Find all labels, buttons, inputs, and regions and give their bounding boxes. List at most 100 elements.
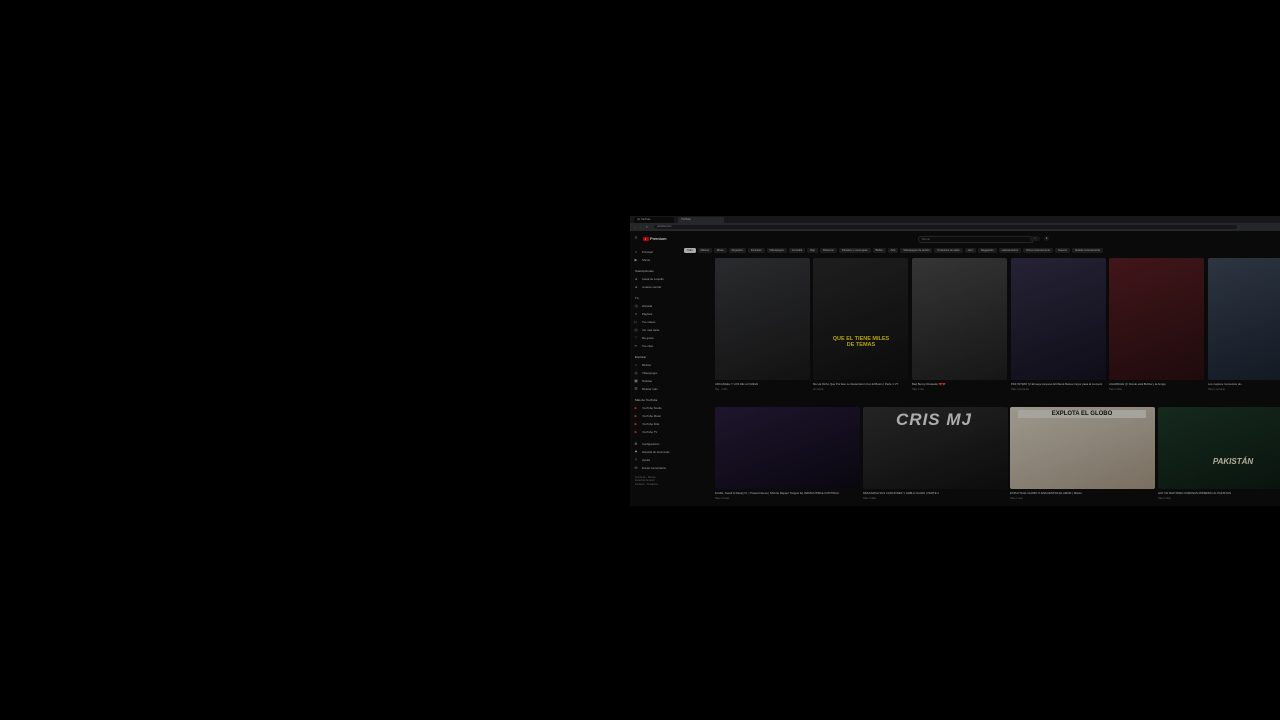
- filter-chip[interactable]: Pasteles y merengues: [838, 248, 871, 253]
- video-card[interactable]: QUE EL TIENE MILES DE TEMAS Me Ha Dicho Q…: [813, 258, 908, 398]
- video-thumbnail[interactable]: [715, 407, 860, 489]
- video-title[interactable]: PDF ÍNTIMO 😮 Elmaya mayores El Mamá Mama…: [1011, 383, 1102, 386]
- filter-chip[interactable]: Comedia: [788, 248, 806, 253]
- filter-chip[interactable]: Nuevos: [1055, 248, 1070, 253]
- sidebar-item[interactable]: ♡ Me gusta: [634, 335, 653, 341]
- sidebar-item[interactable]: ▶ YouTube Kids: [634, 421, 660, 427]
- sidebar-item[interactable]: ▶ YouTube Music: [634, 413, 661, 419]
- sidebar-item[interactable]: ≡ Playlists: [634, 311, 652, 317]
- video-thumbnail[interactable]: CRIS MJ: [863, 407, 1008, 489]
- video-card[interactable]: ARCÁNGEL Y LOS DE LA NUEVA Hoy · 1 año: [715, 258, 810, 398]
- video-thumbnail[interactable]: QUE EL TIENE MILES DE TEMAS: [813, 258, 908, 380]
- sidebar-item[interactable]: ▦ Noticias: [634, 378, 652, 384]
- youtube-logo[interactable]: Premium: [643, 235, 667, 242]
- filter-chip[interactable]: Todo: [684, 248, 696, 253]
- sidebar-item-label: creativo central: [642, 285, 661, 289]
- thumbnail-overlay-text: QUE EL TIENE MILES DE TEMAS: [832, 336, 890, 348]
- sidebar-item[interactable]: ▶ YouTube Studio: [634, 405, 662, 411]
- back-icon[interactable]: ‹: [633, 225, 637, 229]
- video-card[interactable]: EXPLOTA EL GLOBO EXPLOTA EL GLOBO O ENCUE…: [1010, 407, 1155, 506]
- filter-chip[interactable]: Subido recientemente: [1071, 248, 1104, 253]
- youtube-product-icon: ▶: [634, 406, 638, 410]
- sidebar-item[interactable]: ✂ Tus clips: [634, 343, 653, 349]
- video-thumbnail[interactable]: [1011, 258, 1106, 380]
- filter-chip[interactable]: Videojuegos de acción: [900, 248, 933, 253]
- youtube-product-icon: ▶: [634, 430, 638, 434]
- sidebar-item[interactable]: ☰ Mostrar más: [634, 386, 657, 392]
- video-title[interactable]: Me Ha Dicho Que Por Eso Lo Desterraron C…: [813, 383, 904, 386]
- video-card[interactable]: Bad Bunny Rodeado ❤️❤️ Hace 1 día: [912, 258, 1007, 398]
- forward-icon[interactable]: ›: [639, 225, 643, 229]
- sidebar-item[interactable]: ◎ Videojuegos: [634, 370, 657, 376]
- sidebar-item[interactable]: ● creativo central: [634, 284, 661, 290]
- video-thumbnail[interactable]: [912, 258, 1007, 380]
- sidebar-section-title: Suscripciones: [635, 269, 654, 273]
- library-icon: ▷: [634, 320, 638, 324]
- settings-icon: ⚙: [634, 442, 638, 446]
- sidebar-item-label: Tus videos: [642, 320, 656, 324]
- sidebar-item[interactable]: ▶ YouTube TV: [634, 429, 658, 435]
- video-title[interactable]: Bad Bunny Rodeado ❤️❤️: [912, 383, 1003, 386]
- sidebar-item[interactable]: ♪ Música: [634, 362, 651, 368]
- video-thumbnail[interactable]: [715, 258, 810, 380]
- video-thumbnail[interactable]: [1109, 258, 1204, 380]
- video-meta: Hoy · 1 año: [715, 388, 728, 391]
- sidebar-item[interactable]: ⌂ Principal: [634, 249, 653, 255]
- video-card[interactable]: CRIS MJ DESCARGA SUS CANCIONES Y HABLA CL…: [863, 407, 1008, 506]
- video-title[interactable]: Los mejores momentos de...: [1208, 383, 1280, 386]
- filter-chip[interactable]: Vistos recientemente: [1022, 248, 1054, 253]
- sidebar-item[interactable]: ⚙ Configuración: [634, 441, 659, 447]
- menu-icon[interactable]: ≡: [635, 236, 640, 240]
- video-card[interactable]: Los mejores momentos de... Hace 1 semana: [1208, 258, 1280, 398]
- sidebar-item[interactable]: ● Canal de Loquillo: [634, 276, 664, 282]
- filter-chip[interactable]: Bollos: [872, 248, 886, 253]
- filter-chip[interactable]: Podcasts: [747, 248, 765, 253]
- video-title[interactable]: EXPLOTA EL GLOBO O ENCUENTRA EL AMOR | M…: [1010, 492, 1151, 495]
- sidebar-item[interactable]: ◴ Ver más tarde: [634, 327, 659, 333]
- filter-chip[interactable]: Mixes: [713, 248, 727, 253]
- sidebar-item-label: YouTube Studio: [642, 406, 662, 410]
- filter-chip[interactable]: Pokémon: [819, 248, 837, 253]
- video-card[interactable]: El Alfa, Jowell & Randy Ft. | Tiraera Nu…: [715, 407, 860, 506]
- explore-icon: ▦: [634, 379, 638, 383]
- video-title[interactable]: DESCARGA SUS CANCIONES Y HABLA CLARO | P…: [863, 492, 1004, 495]
- sidebar-item[interactable]: ✉ Enviar comentarios: [634, 465, 666, 471]
- sidebar-item[interactable]: ? Ayuda: [634, 457, 650, 463]
- sidebar-item[interactable]: ▶ Shorts: [634, 257, 650, 263]
- video-thumbnail[interactable]: PAKISTÁN: [1158, 407, 1280, 489]
- sidebar-item-label: YouTube Kids: [642, 422, 660, 426]
- sidebar-item[interactable]: ▷ Tus videos: [634, 319, 656, 325]
- filter-chip[interactable]: Videojuegos: [766, 248, 787, 253]
- filter-chip[interactable]: Reggaetón: [977, 248, 997, 253]
- filter-chip[interactable]: Reguetón: [728, 248, 746, 253]
- video-card[interactable]: AGÁRRALE 😮 Dónde está Bubba y la Amiga Ha…: [1109, 258, 1204, 398]
- sidebar-item[interactable]: ⚑ Historial de denuncias: [634, 449, 669, 455]
- library-icon: ◴: [634, 328, 638, 332]
- filter-chip[interactable]: Productos de estilo: [934, 248, 963, 253]
- filter-chip[interactable]: Latinoamérica: [998, 248, 1021, 253]
- sidebar-item-label: Videojuegos: [642, 371, 658, 375]
- video-title[interactable]: ARCÁNGEL Y LOS DE LA NUEVA: [715, 383, 806, 386]
- video-title[interactable]: HAY UN RAP PARA COMUNAS MIDIENDO AL PAKI…: [1158, 492, 1280, 495]
- video-thumbnail[interactable]: [1208, 258, 1280, 380]
- filter-chip[interactable]: Arte: [887, 248, 899, 253]
- reload-icon[interactable]: ↻: [645, 225, 649, 229]
- video-meta: Hace 6 días: [1158, 497, 1171, 500]
- search-icon[interactable]: ⌕: [1030, 236, 1040, 241]
- library-icon: ♡: [634, 336, 638, 340]
- video-card[interactable]: PAKISTÁN HAY UN RAP PARA COMUNAS MIDIENDO…: [1158, 407, 1280, 506]
- video-meta: Hace 1 mes: [1010, 497, 1023, 500]
- filter-chip[interactable]: Rap: [807, 248, 818, 253]
- video-title[interactable]: El Alfa, Jowell & Randy Ft. | Tiraera Nu…: [715, 492, 856, 495]
- sidebar-footer-link[interactable]: Contacto · Creadores: [635, 483, 658, 486]
- filter-chip[interactable]: Música: [697, 248, 712, 253]
- address-input[interactable]: youtube.com: [654, 225, 1237, 229]
- sidebar-item[interactable]: ◷ Historial: [634, 303, 652, 309]
- microphone-icon[interactable]: ●: [1044, 236, 1049, 241]
- video-thumbnail[interactable]: EXPLOTA EL GLOBO: [1010, 407, 1155, 489]
- filter-chip[interactable]: Jazz: [964, 248, 976, 253]
- search-input[interactable]: Buscar: [918, 236, 1033, 243]
- video-card[interactable]: PDF ÍNTIMO 😮 Elmaya mayores El Mamá Mama…: [1011, 258, 1106, 398]
- sidebar-item-label: Canal de Loquillo: [642, 277, 664, 281]
- video-title[interactable]: AGÁRRALE 😮 Dónde está Bubba y la Amiga: [1109, 383, 1200, 386]
